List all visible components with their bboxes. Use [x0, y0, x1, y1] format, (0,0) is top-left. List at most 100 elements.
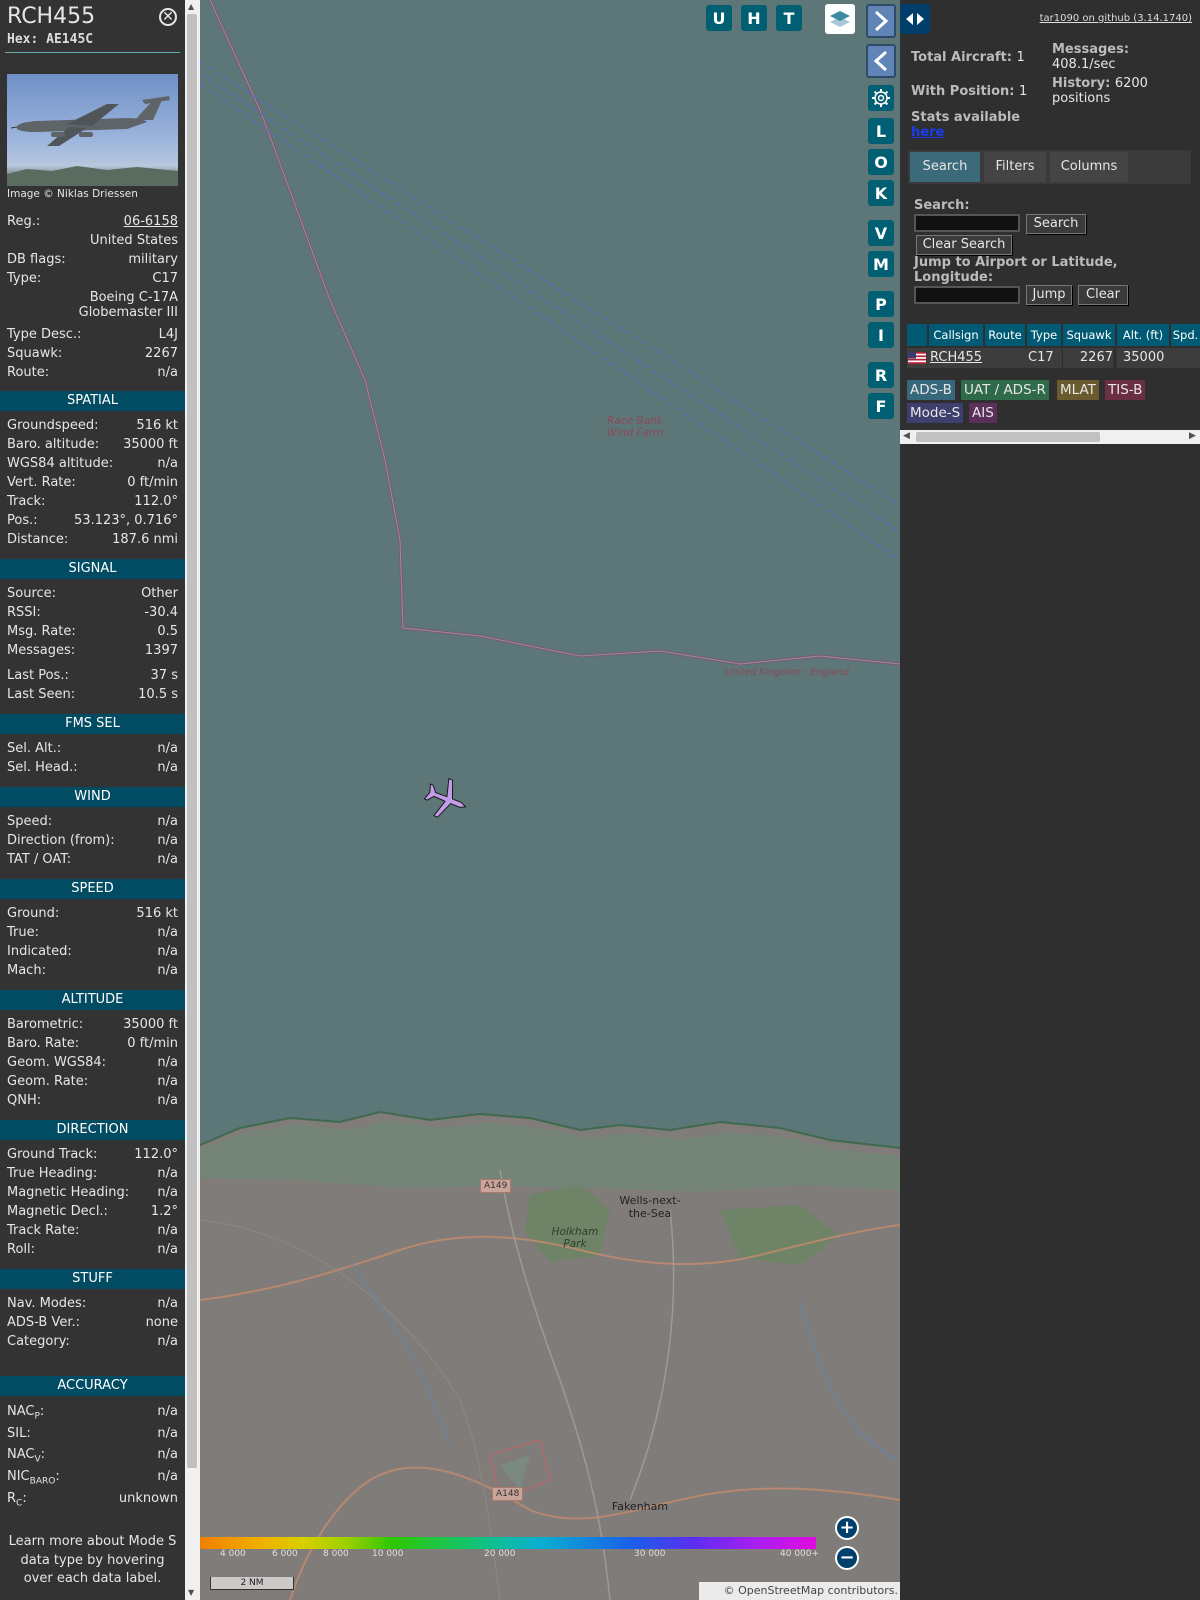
table-cell-callsign[interactable]: RCH455	[929, 348, 1026, 368]
history-stat: History: 6200 positions	[1052, 76, 1148, 106]
info-row: NACV: n/a	[7, 1447, 178, 1465]
table-header-alt[interactable]: Alt. (ft)	[1117, 324, 1169, 346]
scale-bar: 2 NM	[210, 1577, 294, 1590]
park-label: Holkham Park	[551, 1226, 599, 1250]
info-value: 112.0°	[134, 494, 178, 509]
map-button-k[interactable]: K	[868, 180, 894, 206]
zoom-out-button[interactable]: −	[835, 1546, 859, 1570]
tab-search[interactable]: Search	[910, 152, 980, 182]
town-label-fakenham: Fakenham	[611, 1500, 669, 1513]
info-value: n/a	[157, 1447, 178, 1462]
collapse-panel-button[interactable]	[866, 44, 896, 78]
info-label: True Heading:	[7, 1166, 98, 1181]
tab-filters[interactable]: Filters	[984, 152, 1046, 182]
map-button-r[interactable]: R	[868, 362, 894, 388]
version-link[interactable]: tar1090 on github (3.14.1740)	[1040, 13, 1192, 24]
source-chip-tisb[interactable]: TIS-B	[1105, 380, 1146, 400]
info-scrollbar[interactable]: ▲ ▼	[185, 0, 200, 1600]
info-row: WGS84 altitude: n/a	[7, 456, 178, 474]
settings-button[interactable]	[868, 85, 894, 111]
info-label: Type Desc.:	[7, 327, 82, 342]
table-horizontal-scrollbar[interactable]: ◀ ▶	[900, 430, 1200, 444]
scroll-down-icon[interactable]: ▼	[188, 1588, 194, 1597]
clear-search-button[interactable]: Clear Search	[916, 235, 1012, 255]
aircraft-photo[interactable]	[7, 74, 178, 186]
info-value: 1.2°	[150, 1204, 178, 1219]
info-value: n/a	[157, 963, 178, 978]
aircraft-marker-icon[interactable]	[422, 775, 470, 823]
section-header-direction: DIRECTION	[0, 1120, 185, 1140]
info-label: Source:	[7, 586, 57, 601]
jump-input[interactable]	[914, 286, 1020, 304]
map-button-l[interactable]: L	[868, 118, 894, 144]
info-label: Direction (from):	[7, 833, 115, 848]
table-header-callsign[interactable]: Callsign	[929, 324, 983, 346]
info-row: Pos.: 53.123°, 0.716°	[7, 513, 178, 531]
source-chip-uat[interactable]: UAT / ADS-R	[961, 380, 1049, 400]
map-button-p[interactable]: P	[868, 291, 894, 317]
scrollbar-thumb[interactable]	[187, 14, 197, 1468]
map-button-v[interactable]: V	[868, 220, 894, 246]
stats-here-link[interactable]: here	[911, 125, 944, 140]
scroll-left-icon[interactable]: ◀	[903, 431, 910, 441]
info-value: 53.123°, 0.716°	[74, 513, 178, 528]
info-row: Direction (from): n/a	[7, 833, 178, 851]
info-label: Geom. WGS84:	[7, 1055, 107, 1070]
table-cell-type: C17	[1027, 348, 1062, 368]
scrollbar-thumb[interactable]	[916, 432, 1100, 442]
source-chip-modes[interactable]: Mode-S	[907, 403, 964, 423]
map-button-o[interactable]: O	[868, 149, 894, 175]
info-label: Type:	[7, 271, 42, 286]
search-input[interactable]	[914, 214, 1020, 232]
search-button[interactable]: Search	[1026, 214, 1086, 234]
info-value: n/a	[157, 833, 178, 848]
table-header-type[interactable]: Type	[1027, 324, 1061, 346]
info-row: Ground Track: 112.0°	[7, 1147, 178, 1165]
info-value: n/a	[157, 1334, 178, 1349]
close-icon[interactable]: ✕	[159, 8, 177, 26]
source-chip-adsb[interactable]: ADS-B	[907, 380, 955, 400]
altitude-color-legend[interactable]	[200, 1537, 816, 1549]
toggle-sidebar-button[interactable]	[900, 4, 930, 34]
total-aircraft-stat: Total Aircraft: 1	[911, 50, 1025, 65]
info-value: n/a	[157, 1093, 178, 1108]
tab-columns[interactable]: Columns	[1050, 152, 1128, 182]
info-value: n/a	[157, 1074, 178, 1089]
map-button-i[interactable]: I	[868, 322, 894, 348]
zoom-in-button[interactable]: +	[835, 1516, 859, 1540]
expand-panel-button[interactable]	[866, 4, 896, 38]
info-value: n/a	[157, 925, 178, 940]
table-header-route[interactable]: Route	[985, 324, 1025, 346]
section-header-spatial: SPATIAL	[0, 391, 185, 411]
map-button-m[interactable]: M	[868, 251, 894, 277]
map-view[interactable]: Race Bank Wind Farm United Kingdom · Eng…	[200, 0, 900, 1600]
source-chip-mlat[interactable]: MLAT	[1057, 380, 1099, 400]
source-chip-ais[interactable]: AIS	[969, 403, 997, 423]
scroll-up-icon[interactable]: ▲	[188, 2, 194, 11]
scroll-right-icon[interactable]: ▶	[1189, 431, 1196, 441]
table-header-squawk[interactable]: Squawk	[1063, 324, 1115, 346]
info-row: Distance: 187.6 nmi	[7, 532, 178, 550]
map-button-h[interactable]: H	[741, 5, 767, 31]
chevron-left-icon	[873, 50, 888, 72]
map-button-u[interactable]: U	[706, 5, 732, 31]
altitude-tick: 4 000	[220, 1549, 246, 1559]
section-header-accuracy: ACCURACY	[0, 1376, 185, 1396]
map-button-f[interactable]: F	[868, 393, 894, 419]
info-value: unknown	[118, 1491, 178, 1506]
info-label: Baro. Rate:	[7, 1036, 80, 1051]
table-header-spd[interactable]: Spd.	[1171, 324, 1200, 346]
map-button-t[interactable]: T	[776, 5, 802, 31]
town-label-wells: Wells-next-the-Sea	[619, 1194, 681, 1220]
registration-link[interactable]: 06-6158	[124, 214, 178, 229]
info-row: Track: 112.0°	[7, 494, 178, 512]
jump-button[interactable]: Jump	[1026, 285, 1072, 305]
border-label: United Kingdom · England	[725, 667, 849, 678]
layers-icon[interactable]	[825, 4, 855, 34]
jump-label: Jump to Airport or Latitude, Longitude:	[914, 255, 1118, 285]
map-attribution[interactable]: © OpenStreetMap contributors.	[699, 1582, 900, 1600]
info-row: RC: unknown	[7, 1491, 178, 1509]
info-row: Magnetic Decl.: 1.2°	[7, 1204, 178, 1222]
info-label: Vert. Rate:	[7, 475, 76, 490]
clear-jump-button[interactable]: Clear	[1078, 285, 1128, 305]
